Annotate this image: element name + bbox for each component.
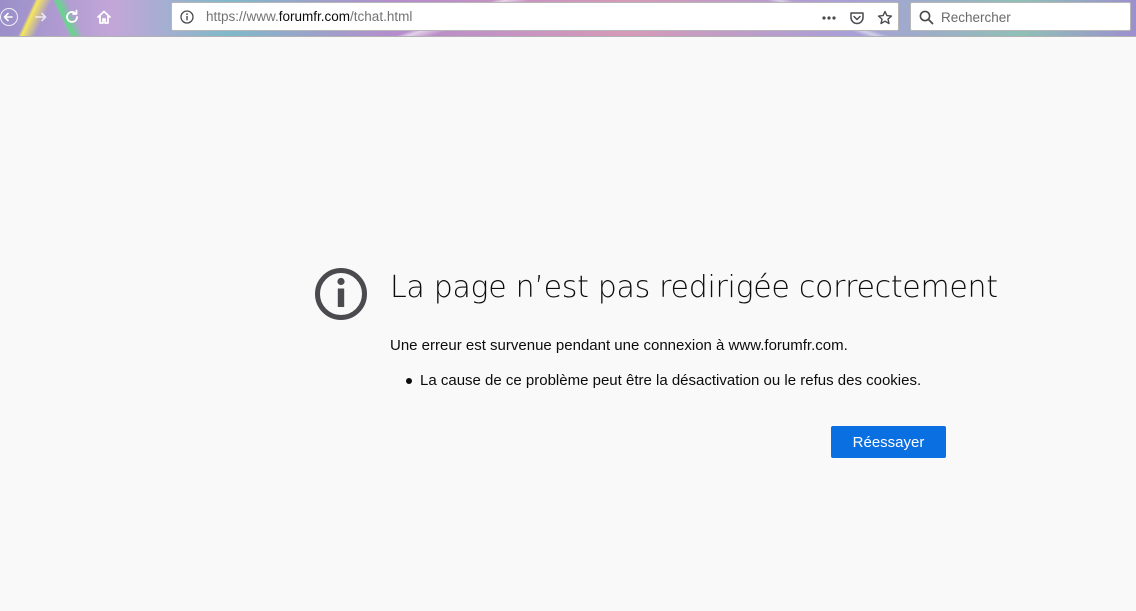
pocket-icon bbox=[850, 12, 864, 25]
search-input[interactable] bbox=[941, 7, 1126, 27]
home-button[interactable] bbox=[91, 5, 117, 29]
bullet-icon bbox=[406, 378, 412, 384]
url-bar[interactable]: https://www.forumfr.com/tchat.html bbox=[171, 2, 899, 31]
pocket-button[interactable] bbox=[848, 9, 866, 27]
star-icon bbox=[877, 10, 893, 25]
search-icon bbox=[919, 10, 934, 25]
error-description: Une erreur est survenue pendant une conn… bbox=[390, 337, 848, 354]
url-prefix: https://www. bbox=[206, 9, 279, 24]
forward-button[interactable] bbox=[28, 5, 54, 29]
error-title: La page n’est pas redirigée correctement bbox=[390, 270, 998, 305]
info-circle-icon bbox=[315, 268, 367, 320]
url-path: /tchat.html bbox=[350, 9, 413, 24]
search-bar[interactable] bbox=[910, 2, 1131, 31]
error-reason-text: La cause de ce problème peut être la dés… bbox=[420, 372, 922, 389]
home-icon bbox=[97, 10, 111, 24]
error-reason-item: La cause de ce problème peut être la dés… bbox=[406, 372, 921, 389]
more-dots-icon bbox=[822, 16, 836, 20]
url-host: forumfr.com bbox=[278, 9, 351, 24]
error-reasons-list: La cause de ce problème peut être la dés… bbox=[406, 372, 921, 389]
info-icon[interactable] bbox=[180, 10, 194, 24]
forward-arrow-icon bbox=[35, 12, 47, 22]
browser-toolbar: https://www.forumfr.com/tchat.html bbox=[0, 0, 1136, 37]
reload-button[interactable] bbox=[59, 5, 85, 29]
bookmark-button[interactable] bbox=[876, 9, 894, 27]
retry-button[interactable]: Réessayer bbox=[831, 426, 946, 458]
url-text[interactable]: https://www.forumfr.com/tchat.html bbox=[206, 9, 412, 24]
back-arrow-icon bbox=[0, 8, 18, 26]
page-actions-button[interactable] bbox=[820, 9, 838, 27]
back-button[interactable] bbox=[0, 5, 22, 29]
reload-icon bbox=[66, 9, 78, 23]
